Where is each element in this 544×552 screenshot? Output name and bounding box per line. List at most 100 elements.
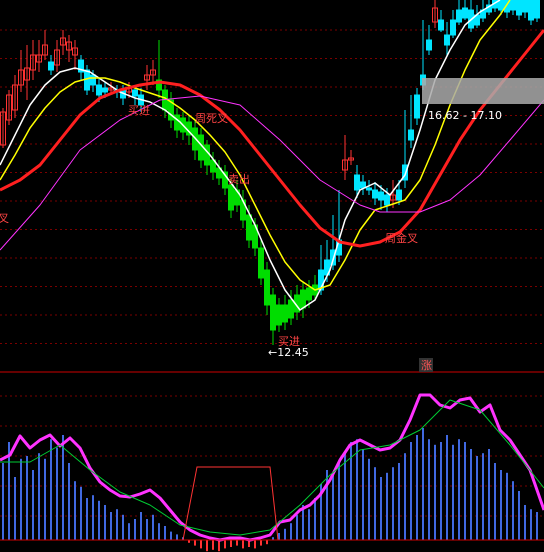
indicator-bar xyxy=(98,500,100,540)
signal-weekly-golden-cross: 周金叉 xyxy=(385,231,418,245)
indicator-bar xyxy=(314,498,316,540)
candle xyxy=(282,295,288,330)
indicator-bar xyxy=(308,509,310,540)
indicator-bar xyxy=(374,467,376,540)
candle-body xyxy=(282,304,288,323)
candle-body xyxy=(90,74,96,86)
indicator-bar xyxy=(44,458,46,540)
signal-buy-1: 买进 xyxy=(128,104,150,117)
indicator-bar xyxy=(524,505,526,540)
indicator-bar xyxy=(50,439,52,540)
candle xyxy=(30,40,36,80)
candle xyxy=(366,180,372,195)
candle xyxy=(162,85,168,118)
indicator-bar xyxy=(260,540,262,546)
indicator-bar xyxy=(200,540,202,549)
indicator-bar xyxy=(92,495,94,540)
candle xyxy=(174,108,180,138)
candle-body xyxy=(498,0,504,11)
candle xyxy=(276,298,282,332)
indicator-bar xyxy=(332,472,334,540)
indicator-bar xyxy=(284,528,286,540)
candle xyxy=(510,0,516,15)
candle xyxy=(36,40,42,72)
indicator-bar xyxy=(296,514,298,540)
candle xyxy=(528,0,534,25)
candle xyxy=(0,108,6,148)
candle xyxy=(204,140,210,175)
candle xyxy=(270,288,276,345)
candle-body xyxy=(276,304,282,326)
indicator-bar xyxy=(422,428,424,540)
candle-body xyxy=(456,9,462,23)
candle xyxy=(516,0,522,20)
indicator-bar xyxy=(482,453,484,540)
candle xyxy=(348,150,354,165)
candle-body xyxy=(522,0,528,13)
candle-body xyxy=(450,19,456,36)
indicator-bar xyxy=(404,453,406,540)
indicator-bar xyxy=(26,456,28,540)
candle-body xyxy=(438,19,444,31)
indicator-bar xyxy=(440,442,442,540)
candle xyxy=(264,262,270,315)
candle-body xyxy=(246,214,252,241)
indicator-bar xyxy=(146,519,148,540)
candle-body xyxy=(396,189,402,201)
candle-body xyxy=(132,89,138,97)
candle-body xyxy=(228,184,234,211)
candle xyxy=(414,88,420,125)
indicator-bar xyxy=(446,435,448,540)
indicator-bar xyxy=(494,463,496,540)
candle xyxy=(156,40,162,98)
candle xyxy=(60,30,66,55)
candle-body xyxy=(270,294,276,331)
indicator-bar xyxy=(452,444,454,540)
indicator-bar xyxy=(62,435,64,540)
candle xyxy=(42,30,48,60)
indicator-bar xyxy=(86,498,88,540)
indicator-bar xyxy=(326,470,328,540)
indicator-bar xyxy=(464,442,466,540)
candle-body xyxy=(96,84,102,96)
candle xyxy=(144,65,150,90)
candle xyxy=(222,165,228,195)
indicator-label: 涨 xyxy=(421,359,432,372)
indicator-bar xyxy=(128,523,130,540)
indicator-bar xyxy=(506,472,508,540)
indicator-bar xyxy=(266,540,268,545)
indicator-bar xyxy=(80,486,82,540)
indicator-bar xyxy=(134,519,136,540)
candle xyxy=(468,0,474,32)
candle-body xyxy=(366,187,372,191)
candle xyxy=(78,55,84,80)
indicator-bar xyxy=(290,523,292,540)
candle xyxy=(432,0,438,28)
candle xyxy=(12,75,18,118)
candle-body xyxy=(510,0,516,11)
candle xyxy=(168,92,174,128)
signal-cross-edge: 叉 xyxy=(0,212,9,225)
indicator-bar xyxy=(530,509,532,540)
indicator-bar xyxy=(434,444,436,540)
candle xyxy=(534,0,540,22)
candle xyxy=(522,0,528,18)
candle-body xyxy=(102,87,108,93)
indicator-bar xyxy=(206,540,208,552)
candle xyxy=(198,128,204,168)
candle xyxy=(48,55,54,75)
indicator-bar xyxy=(518,491,520,540)
indicator-bar xyxy=(110,512,112,540)
candle xyxy=(258,240,264,285)
indicator-bar xyxy=(344,453,346,540)
indicator-bar xyxy=(398,463,400,540)
indicator-bar xyxy=(212,540,214,550)
range-highlight-box xyxy=(422,78,544,104)
indicator-bar xyxy=(428,439,430,540)
candle-body xyxy=(306,287,312,301)
indicator-bar xyxy=(476,456,478,540)
indicator-bar xyxy=(116,509,118,540)
candle-body xyxy=(378,191,384,201)
indicator-bar xyxy=(152,514,154,540)
indicator-bar xyxy=(368,458,370,540)
